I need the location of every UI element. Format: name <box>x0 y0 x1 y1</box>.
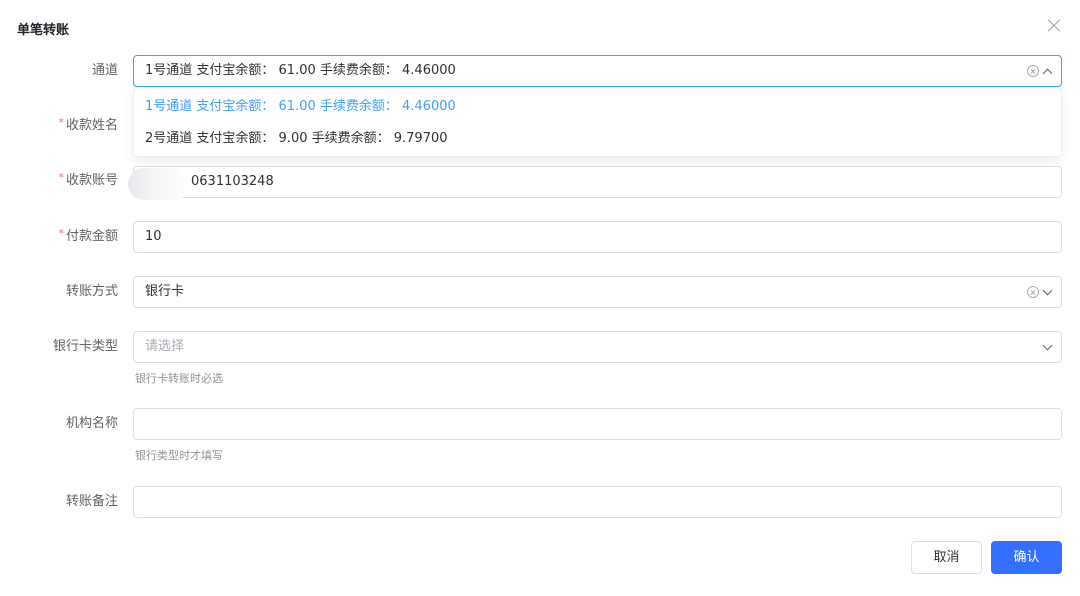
dialog-title: 单笔转账 <box>17 23 70 38</box>
dropdown-option[interactable]: 2号通道 支付宝余额： 9.00 手续费余额： 9.79700 <box>145 129 448 149</box>
chevron-down-icon[interactable] <box>1042 285 1053 295</box>
channel-dropdown: 1号通道 支付宝余额： 61.00 手续费余额： 4.46000 2号通道 支付… <box>133 87 1062 157</box>
channel-label: 通道 <box>91 63 118 78</box>
close-icon[interactable] <box>1044 16 1064 36</box>
payee-account-label: * 收款账号 <box>58 171 118 188</box>
chevron-down-icon[interactable] <box>1042 340 1053 350</box>
amount-label: * 付款金额 <box>58 227 118 244</box>
channel-select[interactable]: 1号通道 支付宝余额： 61.00 手续费余额： 4.46000 <box>133 55 1062 87</box>
card-type-label: 银行卡类型 <box>52 339 118 354</box>
card-type-hint: 银行卡转账时必选 <box>135 372 223 385</box>
amount-value: 10 <box>145 229 162 244</box>
payee-name-label: * 收款姓名 <box>58 116 118 133</box>
institution-label: 机构名称 <box>65 416 118 431</box>
confirm-button[interactable]: 确认 <box>991 541 1062 574</box>
amount-input[interactable]: 10 <box>133 221 1062 253</box>
payee-account-input[interactable]: 0631103248 <box>133 166 1062 198</box>
dropdown-option[interactable]: 1号通道 支付宝余额： 61.00 手续费余额： 4.46000 <box>145 97 456 117</box>
clear-icon[interactable] <box>1027 65 1039 77</box>
remark-input[interactable] <box>133 486 1062 518</box>
institution-input[interactable] <box>133 408 1062 440</box>
card-type-placeholder: 请选择 <box>145 339 185 354</box>
clear-icon[interactable] <box>1027 286 1039 298</box>
chevron-up-icon[interactable] <box>1042 68 1053 78</box>
institution-hint: 银行类型时才填写 <box>135 449 223 462</box>
transfer-method-label: 转账方式 <box>65 284 118 299</box>
cancel-button[interactable]: 取消 <box>911 541 982 574</box>
redaction-blur <box>128 168 190 200</box>
payee-account-value: 0631103248 <box>191 174 274 189</box>
transfer-method-select[interactable]: 银行卡 <box>133 276 1062 308</box>
remark-label: 转账备注 <box>65 494 118 509</box>
card-type-select[interactable]: 请选择 <box>133 331 1062 363</box>
channel-select-value: 1号通道 支付宝余额： 61.00 手续费余额： 4.46000 <box>145 63 456 78</box>
transfer-method-value: 银行卡 <box>145 284 185 299</box>
